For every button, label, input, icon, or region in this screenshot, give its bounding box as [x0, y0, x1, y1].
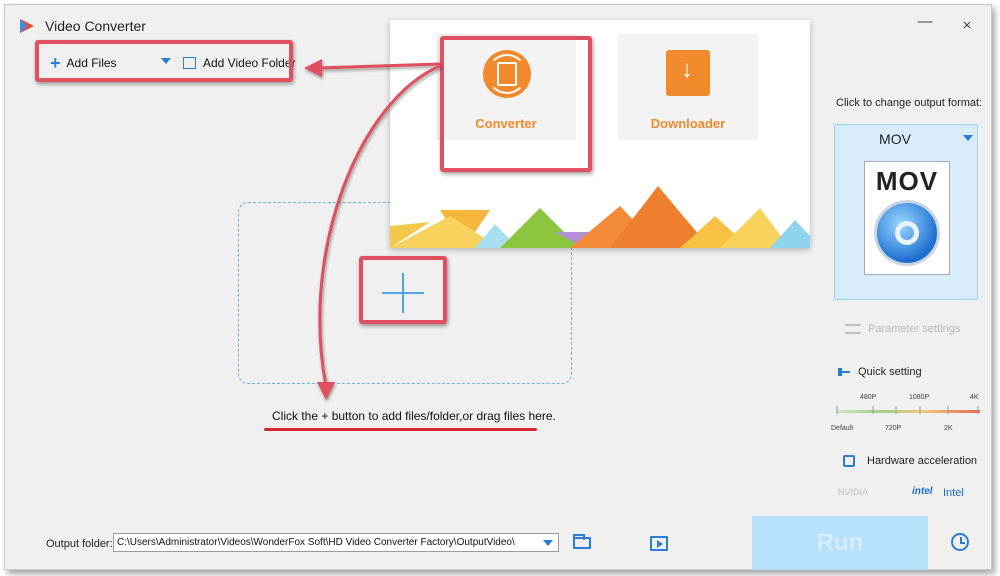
quality-label-4k: 4K: [970, 394, 979, 401]
intel-label[interactable]: Intel: [943, 487, 964, 499]
chip-icon: [843, 455, 855, 467]
toolbar-highlight-box: [35, 40, 293, 82]
hardware-acceleration-text: Hardware acceleration: [867, 455, 978, 467]
browse-folder-icon[interactable]: [573, 534, 591, 549]
parameter-settings-label: Parameter settings: [868, 323, 961, 335]
app-logo-icon: [20, 19, 34, 33]
quality-label-720p: 720P: [885, 425, 902, 432]
output-folder-path-field[interactable]: C:\Users\Administrator\Videos\WonderFox …: [113, 533, 559, 552]
quality-label-480p: 480P: [860, 394, 877, 401]
open-output-folder-icon[interactable]: [650, 536, 668, 551]
quick-setting-label: Quick setting: [858, 366, 922, 378]
quality-label-1080p: 1080P: [909, 394, 930, 401]
window-title: Video Converter: [45, 18, 146, 34]
nvidia-icon[interactable]: NVIDIA: [838, 487, 868, 497]
output-folder-label: Output folder:: [46, 538, 113, 550]
close-button[interactable]: ×: [957, 17, 977, 34]
quality-slider-ticks: [836, 406, 979, 414]
plus-highlight-box: [359, 256, 447, 324]
slider-icon: [838, 368, 850, 376]
minimize-button[interactable]: —: [915, 13, 935, 30]
output-format-name: MOV: [879, 131, 911, 147]
parameter-settings-button[interactable]: Parameter settings: [845, 323, 960, 335]
alarm-clock-icon[interactable]: [951, 533, 969, 551]
quality-label-2k: 2K: [944, 425, 953, 432]
quality-label-default: Default: [831, 425, 854, 432]
run-button[interactable]: Run: [752, 516, 928, 570]
format-dropdown-icon[interactable]: [963, 135, 973, 141]
decorative-triangles: [390, 186, 810, 248]
quick-setting-header: Quick setting: [838, 366, 922, 378]
mov-icon-text: MOV: [875, 166, 939, 196]
output-folder-dropdown-icon[interactable]: [543, 540, 553, 546]
quicktime-logo-icon: [874, 200, 940, 266]
mov-format-icon: MOV: [864, 161, 950, 275]
sliders-icon: [845, 324, 861, 334]
intel-logo-icon[interactable]: intel: [912, 486, 933, 497]
hardware-acceleration-label: Hardware acceleration: [843, 455, 977, 467]
output-format-selector[interactable]: MOV MOV: [834, 124, 978, 300]
download-icon: ↓: [666, 50, 710, 96]
drop-hint-text: Click the + button to add files/folder,o…: [272, 409, 556, 423]
converter-highlight-box: [440, 36, 592, 172]
output-format-prompt: Click to change output format:: [836, 97, 983, 109]
hint-underline: [264, 428, 537, 431]
downloader-mode-card[interactable]: ↓ Downloader: [618, 34, 758, 140]
downloader-label: Downloader: [650, 116, 726, 131]
